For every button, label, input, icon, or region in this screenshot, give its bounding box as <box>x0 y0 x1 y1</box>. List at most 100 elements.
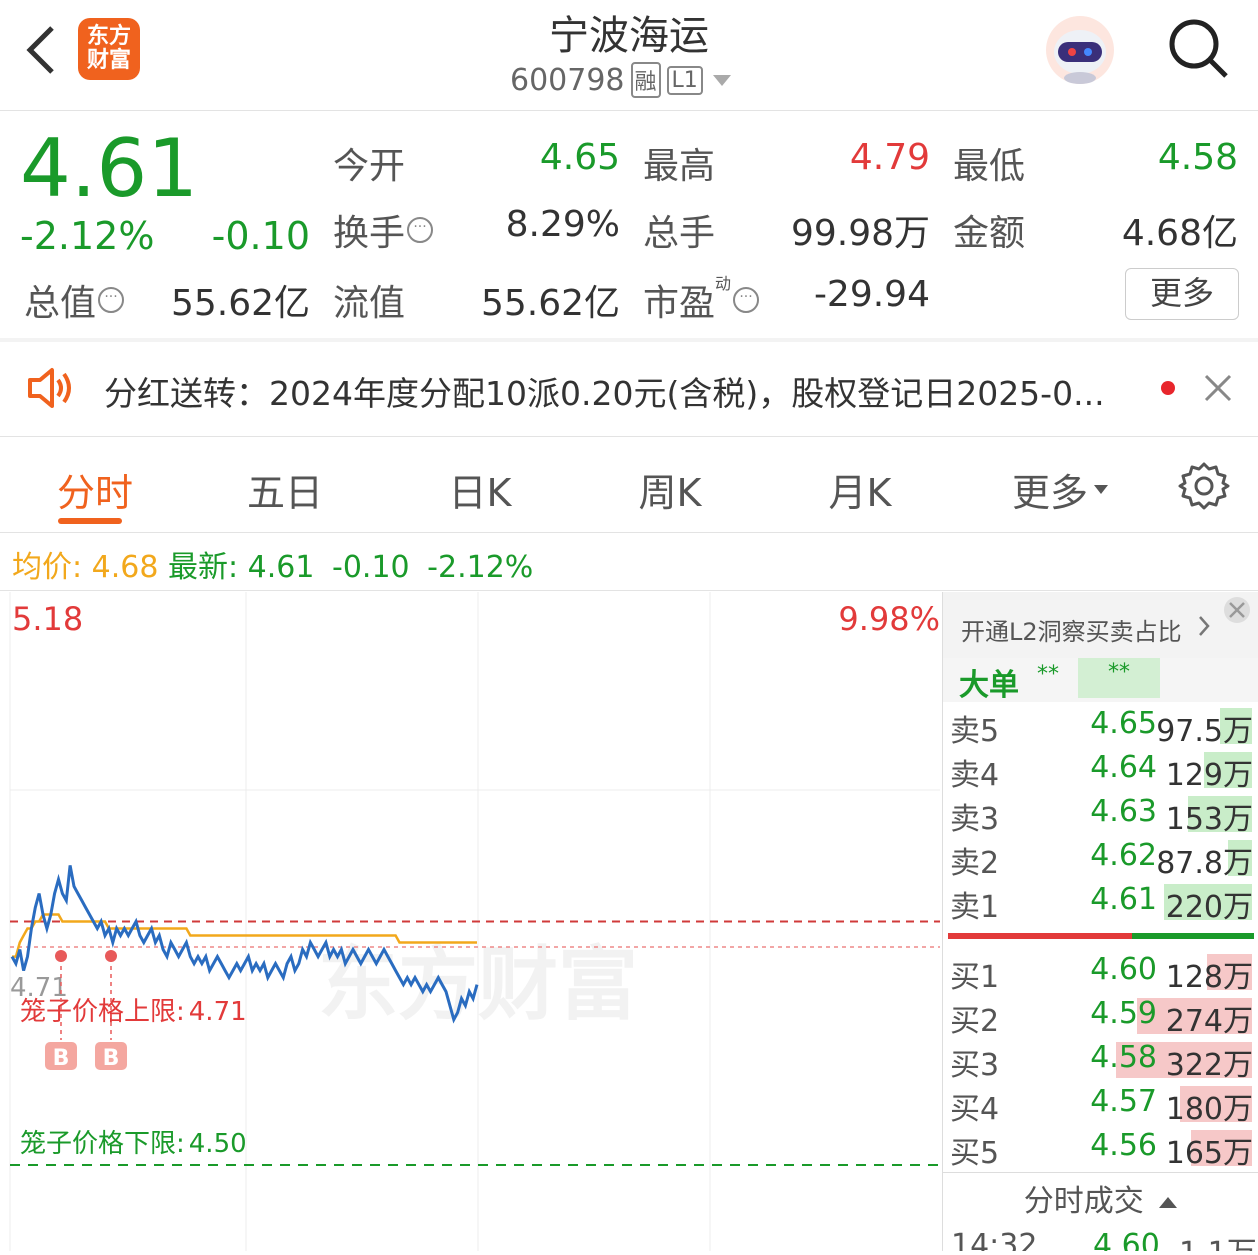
tab-monthly-k[interactable]: 月K <box>760 462 960 517</box>
trade-vol: 1.1万 <box>1179 1228 1257 1251</box>
pe-value: -29.94 <box>813 274 930 315</box>
sell-label: 卖5 <box>950 714 1000 749</box>
search-icon[interactable] <box>1164 14 1230 80</box>
caret-down-icon <box>1094 485 1109 494</box>
sell-label: 卖1 <box>950 890 1000 925</box>
volume-label: 总手 <box>643 213 716 254</box>
tab-more[interactable]: 更多 <box>1012 462 1109 517</box>
buy-vol: 274万 <box>1165 1004 1253 1039</box>
tab-intraday[interactable]: 分时 <box>0 462 195 517</box>
sell-label: 卖3 <box>950 802 1000 837</box>
avg-label: 均价: <box>12 550 83 585</box>
sell-vol: 153万 <box>1165 802 1253 837</box>
buy-vol: 165万 <box>1165 1136 1253 1171</box>
sell-row-3[interactable]: 卖3 4.63 153万 <box>943 792 1258 837</box>
sell-vol: 129万 <box>1165 758 1253 793</box>
buy-row-4[interactable]: 买4 4.57 180万 <box>943 1082 1258 1127</box>
close-icon[interactable] <box>1202 372 1234 404</box>
buy-label: 买4 <box>950 1092 1000 1127</box>
trades-header[interactable]: 分时成交 <box>943 1176 1258 1220</box>
buy-row-3[interactable]: 买3 4.58 322万 <box>943 1038 1258 1083</box>
unread-dot <box>1161 381 1175 395</box>
big-order-label: 大单 <box>959 668 1019 703</box>
upper-limit-label: 笼子价格上限: 4.71 <box>20 997 247 1027</box>
big-order-v1: ** <box>1037 662 1059 687</box>
buy-row-5[interactable]: 买5 4.56 165万 <box>943 1126 1258 1171</box>
upper-limit-value: 4.71 <box>189 997 247 1027</box>
volume-value: 99.98万 <box>790 213 930 254</box>
robot-assistant-icon[interactable] <box>1044 14 1116 86</box>
sell-book: 卖5 4.65 97.5万 卖4 4.64 129万 卖3 4.63 153万 卖2 4.62 87.… <box>943 704 1258 925</box>
dividend-notice[interactable]: 分红送转：2024年度分配10派0.20元(含税)，股权登记日2025-0... <box>104 367 1144 415</box>
buy-label: 买1 <box>950 960 1000 995</box>
stock-code-row[interactable]: 600798 融 L1 <box>510 60 731 100</box>
stock-title: 宁波海运 <box>549 13 709 59</box>
more-button[interactable]: 更多 <box>1125 268 1239 320</box>
pe-sup: 动 <box>715 274 732 293</box>
sell-label: 卖4 <box>950 758 1000 793</box>
close-icon[interactable] <box>1223 596 1251 628</box>
chart-info-bar: 均价: 4.68 最新: 4.61 -0.10 -2.12% <box>12 542 533 586</box>
info-dots-icon: ··· <box>407 217 434 243</box>
buy-label: 买5 <box>950 1136 1000 1171</box>
buy-marker-1-label: B <box>53 1046 70 1071</box>
high-value: 4.79 <box>849 137 930 178</box>
tab-active-indicator <box>58 518 122 524</box>
info-dots-icon: ··· <box>733 287 760 313</box>
latest-value: 4.61 <box>247 550 315 585</box>
avg-value: 4.68 <box>91 550 159 585</box>
sell-row-2[interactable]: 卖4 4.64 129万 <box>943 748 1258 793</box>
buy-row-1[interactable]: 买1 4.60 128万 <box>943 950 1258 995</box>
lower-limit-label-text: 笼子价格下限: <box>20 1129 185 1159</box>
turnover-label[interactable]: 换手 ··· <box>333 204 434 256</box>
tab-daily-k[interactable]: 日K <box>380 462 580 517</box>
latest-label: 最新: <box>168 550 239 585</box>
y-top-pct: 9.98% <box>838 600 940 638</box>
sell-row-1[interactable]: 卖5 4.65 97.5万 <box>943 704 1258 749</box>
sell-label: 卖2 <box>950 846 1000 881</box>
big-order-v2: ** <box>1108 660 1130 685</box>
book-ratio-sell <box>948 933 1132 939</box>
y-top-label: 5.18 <box>12 600 83 638</box>
settings-gear-icon[interactable] <box>1178 460 1230 512</box>
buy-vol: 180万 <box>1165 1092 1253 1127</box>
app-logo[interactable]: 东方 财富 <box>78 18 140 80</box>
lower-limit-value: 4.50 <box>189 1129 247 1159</box>
sell-vol: 220万 <box>1165 890 1253 925</box>
buy-vol: 128万 <box>1165 960 1253 995</box>
buy-marker-2-label: B <box>103 1046 120 1071</box>
info-dots-icon: ··· <box>98 287 125 313</box>
high-label: 最高 <box>643 146 716 187</box>
intraday-chart[interactable]: 东方财富 5.18 9.98% 4.71 笼子价格上限: 4.71 笼子价格下限:… <box>0 592 942 1251</box>
sell-row-4[interactable]: 卖2 4.62 87.8万 <box>943 836 1258 881</box>
pe-label[interactable]: 市盈 动 ··· <box>643 274 760 326</box>
chevron-right-icon <box>1197 614 1211 642</box>
buy-book: 买1 4.60 128万 买2 4.59 274万 买3 4.58 322万 买4 4.57 180万… <box>943 950 1258 1172</box>
back-icon[interactable] <box>20 22 64 78</box>
l2-promo-banner[interactable]: 开通L2洞察买卖占比 <box>943 592 1258 658</box>
speaker-icon <box>24 364 76 412</box>
trade-price: 4.60 <box>1093 1228 1160 1251</box>
sell-row-5[interactable]: 卖1 4.61 220万 <box>943 880 1258 925</box>
turnover-value: 8.29% <box>505 204 620 245</box>
low-label: 最低 <box>953 146 1026 187</box>
intraday-chart-svg: 东方财富 5.18 9.98% 4.71 笼子价格上限: 4.71 笼子价格下限:… <box>9 592 940 1251</box>
chevron-down-icon <box>712 74 731 86</box>
amount-value: 4.68亿 <box>1121 213 1238 254</box>
turnover-label-text: 换手 <box>333 213 406 254</box>
open-label: 今开 <box>333 146 406 187</box>
buy-row-2[interactable]: 买2 4.59 274万 <box>943 994 1258 1039</box>
trade-time: 14:32 <box>951 1228 1038 1251</box>
tab-five-day[interactable]: 五日 <box>185 462 385 517</box>
pe-label-text: 市盈 <box>643 283 716 324</box>
current-price: 4.61 <box>20 122 199 215</box>
buy-label: 买2 <box>950 1004 1000 1039</box>
upper-limit-label-text: 笼子价格上限: <box>20 997 185 1027</box>
l1-badge: L1 <box>666 65 703 95</box>
total-value-label[interactable]: 总值 ··· <box>24 274 125 326</box>
buy-label: 买3 <box>950 1048 1000 1083</box>
open-value: 4.65 <box>539 137 620 178</box>
sell-vol: 87.8万 <box>1156 846 1253 881</box>
tab-weekly-k[interactable]: 周K <box>570 462 770 517</box>
latest-chg-pct: -2.12% <box>427 550 534 585</box>
